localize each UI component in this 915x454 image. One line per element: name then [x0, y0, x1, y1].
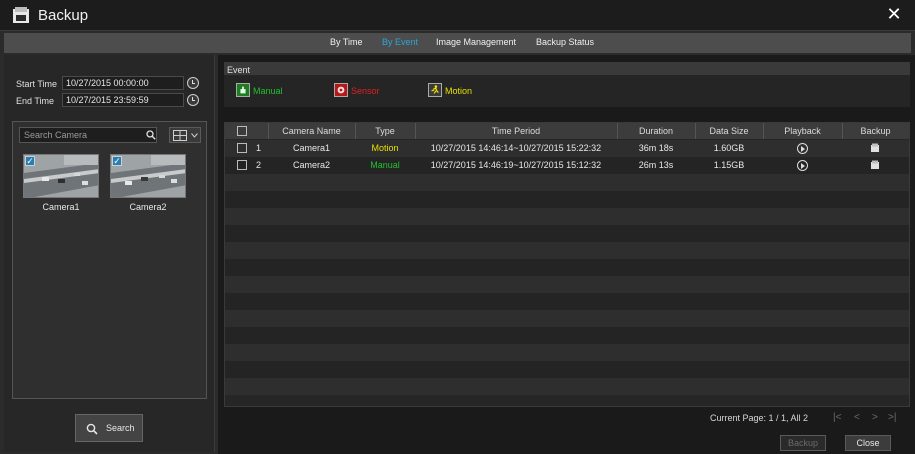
- window-title: Backup: [38, 7, 89, 24]
- empty-row: [225, 174, 909, 191]
- camera2-checkbox[interactable]: ✓: [112, 156, 122, 166]
- empty-row: [225, 191, 909, 208]
- event-sensor[interactable]: Sensor: [334, 83, 404, 99]
- tab-backup-status[interactable]: Backup Status: [536, 37, 594, 47]
- empty-row: [225, 293, 909, 310]
- search-button-label: Search: [106, 423, 135, 433]
- page-info: Current Page: 1 / 1, All 2: [710, 413, 809, 423]
- event-manual-label: Manual: [253, 86, 283, 96]
- tab-bar: By Time By Event Image Management Backup…: [4, 33, 911, 53]
- empty-row: [225, 242, 909, 259]
- table-row[interactable]: 1 Camera1 Motion 10/27/2015 14:46:14~10/…: [225, 140, 909, 157]
- backup-button[interactable]: Backup: [780, 435, 826, 451]
- row-duration: 36m 18s: [638, 143, 674, 153]
- empty-row: [225, 327, 909, 344]
- empty-row: [225, 225, 909, 242]
- empty-row: [225, 361, 909, 378]
- first-page-icon[interactable]: |<: [833, 412, 841, 423]
- view-mode-toggle[interactable]: [169, 127, 201, 143]
- play-icon[interactable]: [797, 143, 808, 154]
- table-row[interactable]: 2 Camera2 Manual 10/27/2015 14:46:19~10/…: [225, 157, 909, 174]
- empty-row: [225, 208, 909, 225]
- row-duration: 26m 13s: [638, 160, 674, 170]
- row-time-period: 10/27/2015 14:46:14~10/27/2015 15:22:32: [430, 143, 602, 153]
- select-all-checkbox[interactable]: [237, 126, 247, 136]
- header-time-period[interactable]: Time Period: [415, 126, 617, 136]
- row-number: 1: [256, 143, 262, 153]
- end-clock-icon[interactable]: [187, 94, 199, 106]
- backup-icon[interactable]: [870, 143, 880, 153]
- camera-search-input[interactable]: Search Camera: [19, 127, 157, 143]
- event-motion[interactable]: Motion: [428, 83, 498, 99]
- header-playback: Playback: [784, 126, 821, 136]
- close-icon[interactable]: ✕: [885, 5, 903, 23]
- header-camera-name[interactable]: Camera Name: [268, 126, 355, 136]
- empty-row: [225, 310, 909, 327]
- row-camera-name: Camera1: [292, 143, 330, 153]
- next-page-icon[interactable]: >: [872, 412, 878, 423]
- play-icon[interactable]: [797, 160, 808, 171]
- camera2-name: Camera2: [129, 202, 167, 212]
- header-duration[interactable]: Duration: [617, 126, 695, 136]
- event-sensor-label: Sensor: [351, 86, 380, 96]
- event-filter-area: [224, 75, 910, 107]
- tab-by-time[interactable]: By Time: [330, 37, 363, 47]
- header-type[interactable]: Type: [355, 126, 415, 136]
- filter-panel: Start Time 10/27/2015 00:00:00 End Time …: [4, 55, 215, 452]
- close-button[interactable]: Close: [845, 435, 891, 451]
- camera1-name: Camera1: [42, 202, 80, 212]
- event-label: Event: [227, 65, 251, 75]
- camera2-thumbnail[interactable]: ✓: [110, 154, 186, 198]
- row-camera-name: Camera2: [292, 160, 330, 170]
- title-bar: Backup ✕: [0, 0, 915, 31]
- start-time-label: Start Time: [16, 79, 58, 89]
- row-type: Manual: [370, 160, 400, 170]
- row-type: Motion: [371, 143, 399, 153]
- manual-icon: [236, 83, 250, 97]
- header-backup: Backup: [860, 126, 891, 136]
- search-button[interactable]: Search: [75, 414, 143, 442]
- prev-page-icon[interactable]: <: [854, 412, 860, 423]
- empty-row: [225, 259, 909, 276]
- event-manual[interactable]: Manual: [236, 83, 306, 99]
- camera1-checkbox[interactable]: ✓: [25, 156, 35, 166]
- row-checkbox[interactable]: [237, 160, 247, 170]
- row-checkbox[interactable]: [237, 143, 247, 153]
- empty-row: [225, 344, 909, 361]
- search-icon[interactable]: [146, 130, 156, 140]
- last-page-icon[interactable]: >|: [888, 412, 896, 423]
- end-time-field[interactable]: 10/27/2015 23:59:59: [62, 93, 184, 107]
- empty-row: [225, 378, 909, 395]
- row-time-period: 10/27/2015 14:46:19~10/27/2015 15:12:32: [430, 160, 602, 170]
- row-data-size: 1.60GB: [713, 143, 745, 153]
- grid-view-icon: [173, 130, 187, 141]
- camera1-thumbnail[interactable]: ✓: [23, 154, 99, 198]
- start-clock-icon[interactable]: [187, 77, 199, 89]
- camera-panel: Search Camera ✓ Camera1 ✓ Camera2: [12, 121, 207, 399]
- tab-image-management[interactable]: Image Management: [436, 37, 516, 47]
- chevron-down-icon: [191, 133, 198, 138]
- tab-by-event[interactable]: By Event: [382, 37, 418, 47]
- empty-row: [225, 276, 909, 293]
- row-number: 2: [256, 160, 262, 170]
- camera2-preview-image: [111, 155, 185, 197]
- end-time-label: End Time: [16, 96, 55, 106]
- event-header-bar: [224, 62, 910, 75]
- start-time-field[interactable]: 10/27/2015 00:00:00: [62, 76, 184, 90]
- motion-icon: [428, 83, 442, 97]
- camera1-preview-image: [24, 155, 98, 197]
- header-data-size[interactable]: Data Size: [695, 126, 763, 136]
- search-icon: [86, 423, 98, 435]
- table-header: Camera Name Type Time Period Duration Da…: [225, 123, 909, 139]
- backup-app-icon: [13, 7, 29, 23]
- event-motion-label: Motion: [445, 86, 473, 96]
- row-data-size: 1.15GB: [713, 160, 745, 170]
- backup-icon[interactable]: [870, 160, 880, 170]
- results-panel: Event Manual Sensor Motion Camera Name T…: [218, 55, 915, 454]
- event-table: Camera Name Type Time Period Duration Da…: [224, 122, 910, 407]
- sensor-icon: [334, 83, 348, 97]
